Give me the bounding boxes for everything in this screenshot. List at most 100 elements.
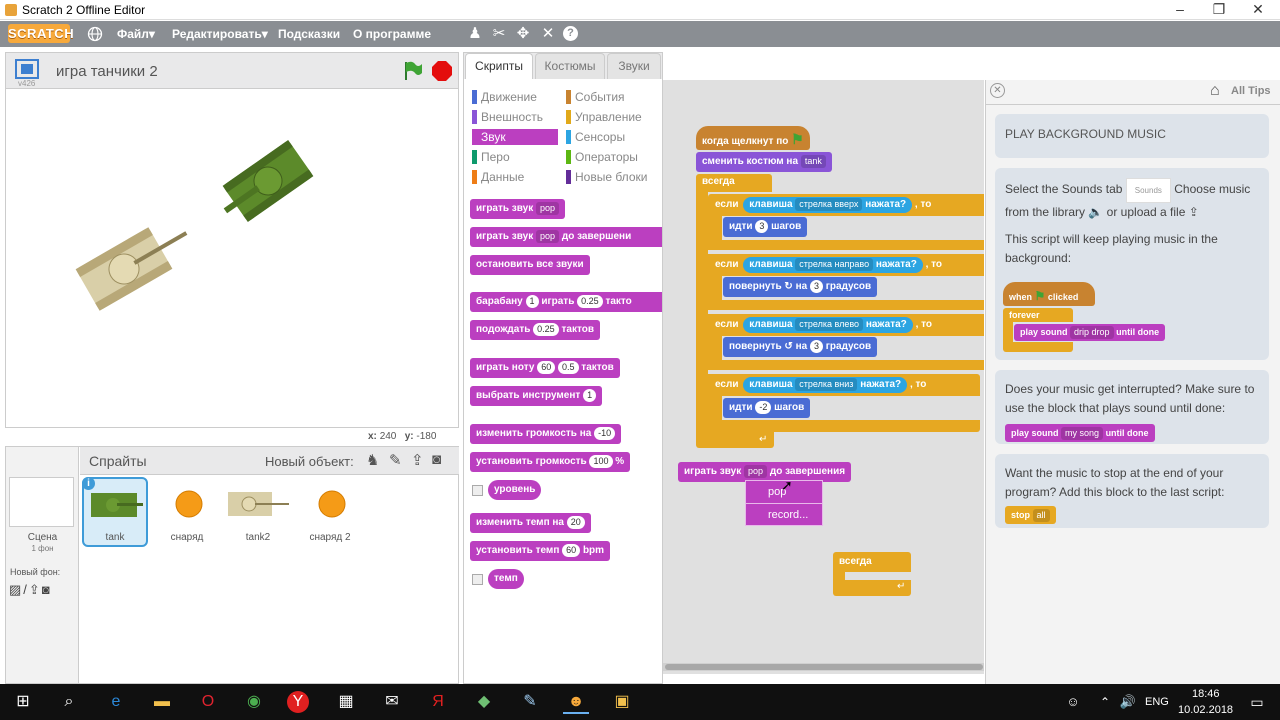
opera-icon[interactable]: O [195, 690, 221, 714]
scratch-taskbar-icon[interactable]: ☻ [563, 690, 589, 714]
reporter-tempo[interactable]: темп [488, 569, 524, 589]
block-play-sound[interactable]: играть звук pop [470, 199, 566, 219]
fullscreen-icon[interactable] [14, 58, 40, 80]
file-explorer-icon[interactable]: ▬ [149, 690, 175, 714]
category-motion[interactable]: Движение [472, 89, 537, 105]
app-icon-3[interactable]: ▣ [609, 690, 635, 714]
script-switch-costume[interactable]: сменить костюм на tank [696, 152, 832, 172]
category-sensing[interactable]: Сенсоры [566, 129, 625, 145]
clock-time[interactable]: 18:46 [1192, 688, 1220, 700]
yandex-icon[interactable]: Я [425, 690, 451, 714]
sprite-item-tank2[interactable]: tank2 [225, 477, 291, 547]
dropdown-item-record[interactable]: record... [746, 503, 822, 525]
block-change-volume[interactable]: изменить громкость на -10 [470, 424, 622, 444]
menu-tips[interactable]: Подсказки [278, 27, 340, 41]
volume-monitor-checkbox[interactable] [472, 485, 483, 496]
sprite-library-icon[interactable]: ♞ [366, 451, 379, 469]
home-icon[interactable]: ⌂ [1210, 82, 1220, 100]
script-loose-play-sound-until-done[interactable]: играть звук pop до завершения [678, 462, 852, 482]
category-operators[interactable]: Операторы [566, 149, 638, 165]
windows-taskbar: ⊞ ⌕ e ▬ O ◉ Y ▦ ✉ Я ◆ ✎ ☻ ▣ ☺ ⌃ 🔊 ENG 18… [0, 684, 1280, 720]
mail-icon[interactable]: ✉ [379, 690, 405, 714]
grow-icon[interactable]: ✥ [514, 25, 532, 43]
block-change-tempo[interactable]: изменить темп на 20 [470, 513, 591, 533]
script-horizontal-scrollbar[interactable] [663, 663, 984, 671]
windows-start-icon[interactable]: ⊞ [10, 690, 36, 714]
cut-icon[interactable]: ✂ [490, 25, 508, 43]
reporter-volume[interactable]: уровень [488, 480, 542, 500]
scratch-logo[interactable]: SCRATCH [8, 24, 74, 43]
close-button[interactable]: ✕ [1238, 0, 1278, 20]
category-sound[interactable]: Звук [472, 129, 558, 145]
script-hat-when-flag-clicked[interactable]: когда щелкнут по ⚑ [696, 126, 810, 150]
tempo-monitor-checkbox[interactable] [472, 574, 483, 585]
block-play-note[interactable]: играть ноту 60 0.5 тактов [470, 358, 620, 378]
green-flag-icon[interactable] [402, 60, 424, 82]
menu-about[interactable]: О программе [353, 27, 431, 41]
app-icon-1[interactable]: ◆ [471, 690, 497, 714]
sprite-item-tank[interactable]: i tank [82, 477, 148, 547]
paint-sprite-icon[interactable]: ✎ [389, 451, 402, 469]
volume-icon[interactable]: 🔊 [1115, 690, 1141, 714]
upload-backdrop-icon[interactable]: ⇪ [29, 582, 42, 597]
block-stop-all-sounds[interactable]: остановить все звуки [470, 255, 590, 275]
scene-thumbnail[interactable] [9, 477, 74, 527]
block-play-drum[interactable]: барабану 1 играть 0.25 такто [470, 292, 662, 312]
menu-file[interactable]: Файл▾ [117, 27, 155, 41]
project-name[interactable]: игра танчики 2 [56, 63, 158, 80]
sprite-info-icon[interactable]: i [82, 477, 95, 490]
tab-sounds[interactable]: Звуки [607, 53, 661, 79]
tab-costumes[interactable]: Костюмы [535, 53, 605, 79]
all-tips-link[interactable]: All Tips [1231, 85, 1271, 97]
chrome-icon[interactable]: ◉ [241, 690, 267, 714]
camera-sprite-icon[interactable]: ◙ [432, 451, 441, 468]
search-icon[interactable]: ⌕ [56, 690, 82, 714]
shrink-icon[interactable]: ✕ [539, 25, 557, 43]
sprite-item-shell[interactable]: снаряд [154, 477, 220, 547]
backdrop-library-icon[interactable]: ▨ [9, 582, 23, 597]
tab-scripts[interactable]: Скрипты [465, 53, 533, 79]
people-icon[interactable]: ☺ [1060, 690, 1086, 714]
close-tips-icon[interactable]: ✕ [990, 83, 1005, 98]
help-icon[interactable]: ? [563, 26, 578, 41]
calculator-icon[interactable]: ▦ [333, 690, 359, 714]
maximize-button[interactable]: ❐ [1199, 0, 1239, 20]
scrollbar-thumb[interactable] [665, 664, 983, 670]
block-set-tempo[interactable]: установить темп 60 bpm [470, 541, 611, 561]
script-move-back[interactable]: идти -2 шагов [723, 398, 811, 418]
script-turn-right[interactable]: повернуть ↻ на 3 градусов [723, 277, 878, 297]
globe-icon[interactable] [87, 26, 103, 42]
category-control[interactable]: Управление [566, 109, 642, 125]
upload-sprite-icon[interactable]: ⇪ [411, 451, 424, 469]
minimize-button[interactable]: – [1160, 0, 1200, 20]
language-indicator[interactable]: ENG [1145, 696, 1169, 708]
clock-date[interactable]: 10.02.2018 [1178, 704, 1233, 716]
script-area[interactable]: когда щелкнут по ⚑ сменить костюм на tan… [663, 80, 984, 674]
new-sprite-label: Новый объект: [265, 454, 354, 469]
script-turn-left[interactable]: повернуть ↺ на 3 градусов [723, 337, 878, 357]
app-icon-2[interactable]: ✎ [517, 690, 543, 714]
block-set-instrument[interactable]: выбрать инструмент 1 [470, 386, 603, 406]
stage-canvas[interactable] [5, 88, 459, 428]
edge-browser-icon[interactable]: e [103, 690, 129, 714]
block-play-sound-until-done[interactable]: играть звук pop до завершени [470, 227, 662, 247]
example-play-sound-until-done: play sound drip drop until done [1014, 324, 1166, 341]
yandex-browser-icon[interactable]: Y [287, 691, 309, 713]
category-pen[interactable]: Перо [472, 149, 510, 165]
category-looks[interactable]: Внешность [472, 109, 543, 125]
menu-edit[interactable]: Редактировать▾ [172, 27, 268, 41]
category-more-blocks[interactable]: Новые блоки [566, 169, 647, 185]
mouse-coordinates: x: 240 y: -180 [368, 431, 437, 442]
camera-backdrop-icon[interactable]: ◙ [42, 582, 52, 597]
block-set-volume[interactable]: установить громкость 100 % [470, 452, 631, 472]
sprite-item-shell-2[interactable]: снаряд 2 [297, 477, 363, 547]
script-move-steps[interactable]: идти 3 шагов [723, 217, 808, 237]
menu-bar: SCRATCH Файл▾ Редактировать▾ Подсказки О… [0, 21, 1280, 47]
stop-sign-icon[interactable] [432, 61, 452, 81]
notifications-icon[interactable]: ▭ [1244, 690, 1270, 714]
block-rest[interactable]: подождать 0.25 тактов [470, 320, 600, 340]
category-data[interactable]: Данные [472, 169, 524, 185]
duplicate-stamp-icon[interactable]: ♟ [466, 25, 484, 43]
if-arm [708, 276, 722, 302]
category-events[interactable]: События [566, 89, 625, 105]
